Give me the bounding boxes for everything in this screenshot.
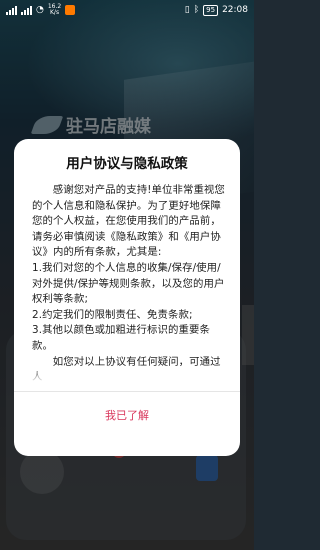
app-notification-icon	[65, 5, 76, 15]
dialog-content[interactable]: 感谢您对产品的支持!单位非常重视您的个人信息和隐私保护。为了更好地保障您的个人权…	[32, 183, 228, 381]
paragraph-item-1: 1.我们对您的个人信息的收集/保存/使用/对外提供/保护等规则条款，以及您的用户…	[32, 261, 225, 306]
bluetooth-icon: ᛒ	[193, 5, 200, 15]
vibrate-icon: ▯	[184, 5, 190, 15]
battery-indicator: 95	[203, 4, 219, 16]
paragraph-item-3: 3.其他以颜色或加粗进行标识的重要条款。	[32, 324, 210, 352]
signal-icon	[6, 5, 17, 15]
clock: 22:08	[222, 5, 248, 15]
privacy-dialog: 用户协议与隐私政策 感谢您对产品的支持!单位非常重视您的个人信息和隐私保护。为了…	[14, 139, 240, 456]
dialog-divider	[14, 391, 240, 392]
net-speed: 16.2 K/s	[47, 3, 62, 16]
paragraph-item-2: 2.约定我们的限制责任、免责条款;	[32, 308, 193, 321]
confirm-button[interactable]: 我已了解	[14, 401, 240, 431]
paragraph-intro: 感谢您对产品的支持!单位非常重视您的个人信息和隐私保护。为了更好地保障您的个人权…	[32, 184, 225, 259]
wifi-icon: ◔	[36, 5, 44, 15]
signal-icon-2	[21, 5, 32, 15]
content-fade	[14, 365, 240, 383]
dialog-title: 用户协议与隐私政策	[66, 156, 188, 172]
status-bar: ◔ 16.2 K/s ▯ ᛒ 95 22:08	[0, 0, 254, 20]
